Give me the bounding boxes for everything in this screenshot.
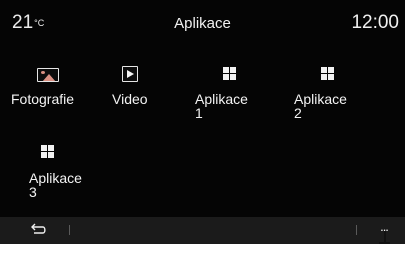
clock: 12:00 (351, 12, 399, 33)
app-aplikace-2[interactable]: Aplikace 2 (294, 67, 384, 125)
bottom-bar: ... (0, 217, 405, 244)
app-label-aplikace-3: Aplikace 3 (29, 170, 82, 200)
divider-right (356, 225, 357, 235)
app-aplikace-3[interactable]: Aplikace 3 (29, 145, 119, 203)
app-label-photos: Fotografie (11, 91, 75, 107)
divider-left (69, 225, 70, 235)
status-bar: 21°C Aplikace 12:00 (0, 0, 405, 44)
screen: 21°C Aplikace 12:00 Fotografie Video Apl… (0, 0, 405, 244)
app-photos[interactable]: Fotografie (11, 68, 101, 112)
photo-icon-mountain (42, 74, 56, 81)
grid-icon (321, 67, 334, 80)
back-arrow-icon (31, 223, 46, 234)
video-icon (122, 66, 138, 82)
app-label-aplikace-2: Aplikace 2 (294, 91, 347, 121)
photo-icon (37, 68, 59, 82)
app-label-video: Video (112, 91, 148, 107)
app-video[interactable]: Video (112, 66, 202, 110)
page-title: Aplikace (174, 15, 231, 32)
annotation-marker-base (379, 242, 390, 244)
grid-icon (41, 145, 54, 158)
play-icon (127, 70, 134, 78)
back-button[interactable] (30, 221, 48, 237)
app-label-aplikace-1: Aplikace 1 (195, 91, 248, 121)
grid-icon (223, 67, 236, 80)
app-aplikace-1[interactable]: Aplikace 1 (195, 67, 285, 125)
